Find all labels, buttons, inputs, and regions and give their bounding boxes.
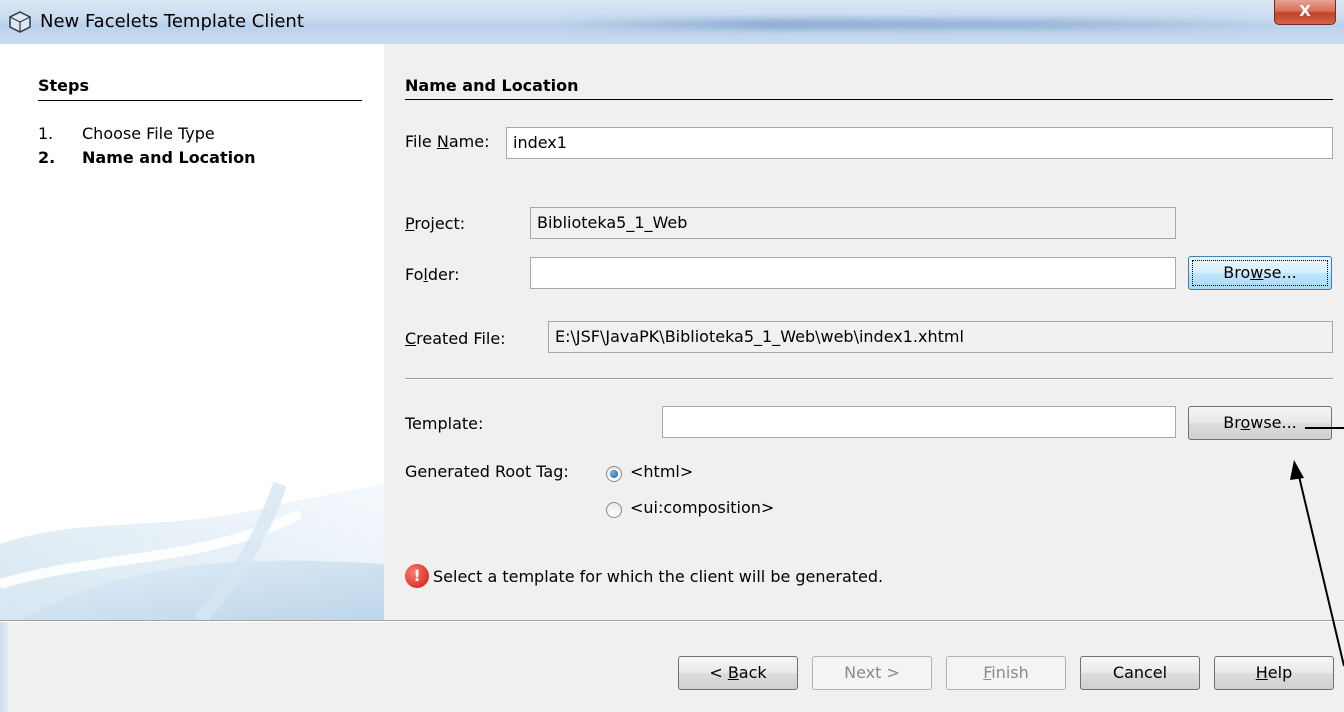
root-tag-html-label[interactable]: <html> <box>630 462 693 481</box>
window-title: New Facelets Template Client <box>40 11 304 32</box>
decorative-swoosh <box>0 481 384 620</box>
folder-browse-button[interactable]: Browse... <box>1188 256 1332 290</box>
file-name-label: File Name: <box>405 132 490 151</box>
step-choose-file-type: 1. Choose File Type <box>38 124 215 143</box>
template-label: Template: <box>405 414 484 433</box>
step-label: Choose File Type <box>82 124 215 143</box>
title-bar[interactable]: New Facelets Template Client X <box>0 0 1344 44</box>
error-message: Select a template for which the client w… <box>433 567 884 586</box>
file-name-input[interactable]: index1 <box>506 127 1333 159</box>
next-button[interactable]: Next > <box>812 656 932 690</box>
folder-input[interactable] <box>530 257 1176 289</box>
error-icon: ! <box>405 564 429 588</box>
steps-divider <box>38 100 362 101</box>
root-tag-composition-radio[interactable] <box>606 502 622 518</box>
step-label: Name and Location <box>82 148 256 167</box>
created-file-label: Created File: <box>405 329 506 348</box>
project-label: Project: <box>405 214 466 233</box>
root-tag-composition-label[interactable]: <ui:composition> <box>630 498 774 517</box>
finish-button[interactable]: Finish <box>946 656 1066 690</box>
steps-title: Steps <box>38 76 89 95</box>
step-name-and-location: 2. Name and Location <box>38 148 255 167</box>
close-icon: X <box>1299 2 1311 20</box>
back-button[interactable]: < Back <box>678 656 798 690</box>
section-title: Name and Location <box>405 76 579 95</box>
template-browse-button[interactable]: Browse... <box>1188 406 1332 440</box>
close-button[interactable]: X <box>1274 0 1336 25</box>
root-tag-label: Generated Root Tag: <box>405 462 569 481</box>
step-number: 1. <box>38 124 54 143</box>
help-button[interactable]: Help <box>1214 656 1334 690</box>
folder-label: Folder: <box>405 265 460 284</box>
step-number: 2. <box>38 148 56 167</box>
created-file-field: E:\JSF\JavaPK\Biblioteka5_1_Web\web\inde… <box>548 321 1333 353</box>
title-bar-glow <box>560 18 1260 30</box>
section-separator-highlight <box>405 379 1333 380</box>
section-divider <box>405 99 1333 100</box>
cancel-button[interactable]: Cancel <box>1080 656 1200 690</box>
template-input[interactable] <box>662 406 1176 438</box>
cube-icon <box>9 11 31 33</box>
bottom-separator-highlight <box>0 621 1344 622</box>
root-tag-html-radio[interactable] <box>606 466 622 482</box>
steps-panel: Steps 1. Choose File Type 2. Name and Loca… <box>0 44 384 620</box>
project-field: Biblioteka5_1_Web <box>530 207 1176 239</box>
